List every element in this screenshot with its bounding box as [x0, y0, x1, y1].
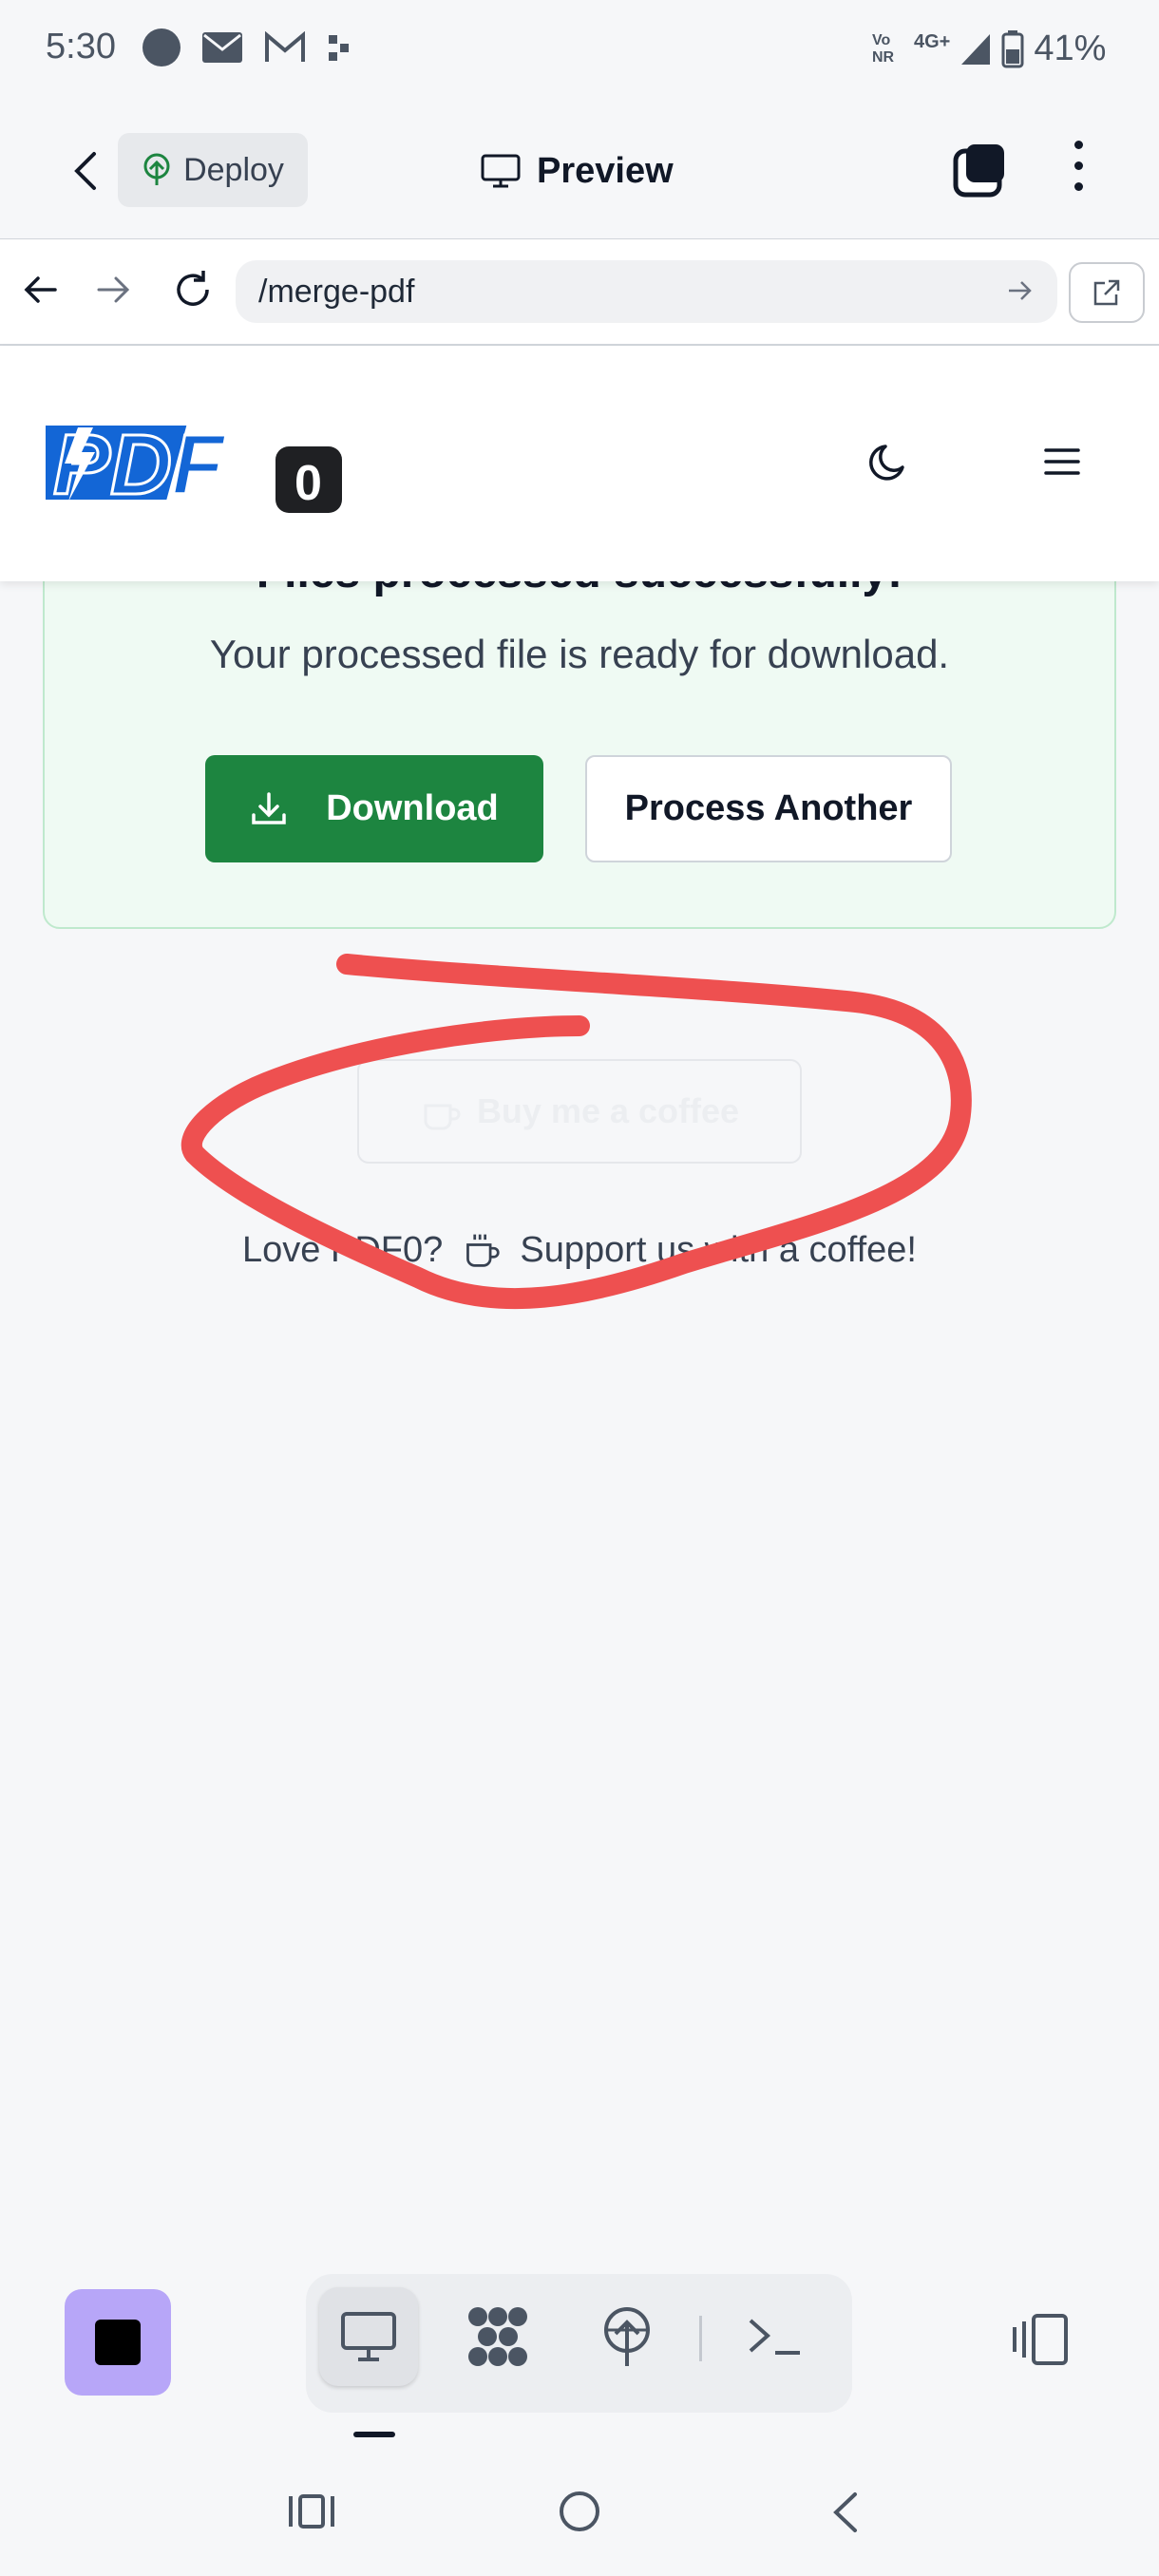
preview-title: Preview — [480, 142, 674, 199]
reload-icon — [177, 271, 209, 306]
moon-icon — [869, 445, 904, 481]
app-notification-icon — [329, 35, 349, 61]
active-tab-indicator — [353, 2432, 395, 2437]
site-header: PDF 0 — [0, 346, 1159, 581]
signal-icon — [961, 33, 991, 65]
deploy-label: Deploy — [183, 151, 284, 188]
tabs-icon — [953, 144, 1004, 198]
arrow-right-icon — [97, 276, 130, 303]
status-time: 5:30 — [46, 27, 116, 66]
more-vert-icon — [1074, 141, 1083, 191]
arrow-right-icon — [1009, 281, 1032, 300]
support-prefix: Love PDF0? — [242, 1230, 444, 1270]
volte-label: Vo NR — [872, 31, 895, 66]
download-button[interactable]: Download — [205, 755, 543, 862]
back-button[interactable] — [57, 142, 114, 199]
deploy-view-tab[interactable] — [578, 2287, 676, 2386]
battery-icon — [1001, 29, 1024, 67]
deploy-icon — [143, 153, 170, 185]
record-dot-icon — [142, 28, 180, 66]
gmail-icon — [265, 31, 305, 62]
arrow-left-icon — [24, 276, 57, 303]
logo-badge-text: 0 — [294, 456, 322, 511]
battery-percent: 41% — [1034, 28, 1107, 68]
coffee-icon — [424, 1104, 461, 1130]
terminal-icon — [749, 2319, 800, 2355]
download-icon — [252, 791, 286, 824]
menu-icon — [1044, 448, 1080, 475]
nav-forward-button[interactable] — [95, 271, 142, 314]
url-input[interactable]: /merge-pdf — [236, 260, 1057, 323]
status-right-group: Vo NR 4G+ 41% — [872, 28, 1106, 69]
deploy-button[interactable]: Deploy — [118, 133, 308, 207]
nodes-icon — [468, 2307, 527, 2366]
result-description: Your processed file is ready for downloa… — [209, 632, 950, 676]
nav-back-button[interactable] — [21, 271, 68, 314]
go-button[interactable] — [1007, 277, 1034, 309]
hamburger-menu-button[interactable] — [1043, 445, 1081, 483]
chevron-left-icon — [833, 2492, 857, 2532]
home-circle-icon — [560, 2491, 599, 2531]
stop-button[interactable] — [65, 2289, 171, 2396]
buy-coffee-label: Buy me a coffee — [476, 1091, 740, 1130]
pdf0-logo: PDF 0 — [33, 417, 342, 515]
tabs-button[interactable] — [953, 142, 1010, 199]
more-menu-button[interactable] — [1064, 141, 1092, 198]
url-text: /merge-pdf — [258, 273, 415, 310]
view-tool-group — [306, 2274, 852, 2413]
split-view-button[interactable] — [1007, 2312, 1072, 2372]
external-link-icon — [1093, 279, 1120, 306]
process-another-label: Process Another — [624, 788, 913, 828]
status-notification-icons — [142, 28, 352, 66]
preview-label: Preview — [537, 150, 674, 191]
support-line: Love PDF0? Support us with a coffee! — [0, 1230, 1159, 1271]
home-button[interactable] — [557, 2489, 602, 2539]
reload-button[interactable] — [171, 268, 218, 315]
deploy-icon — [604, 2307, 650, 2366]
toolbar-divider — [699, 2316, 702, 2361]
system-back-button[interactable] — [828, 2491, 861, 2539]
monitor-icon — [481, 154, 521, 188]
mail-icon — [202, 32, 242, 63]
desktop-view-tab[interactable] — [319, 2287, 418, 2386]
network-label: 4G+ — [914, 31, 951, 52]
terminal-view-tab[interactable] — [726, 2287, 825, 2386]
download-label: Download — [326, 788, 499, 828]
site-logo[interactable]: PDF 0 — [33, 414, 342, 521]
process-another-button[interactable]: Process Another — [585, 755, 952, 862]
buy-coffee-button[interactable]: Buy me a coffee — [357, 1059, 802, 1164]
network-view-tab[interactable] — [448, 2287, 547, 2386]
theme-toggle-button[interactable] — [866, 441, 914, 488]
split-view-icon — [1013, 2314, 1068, 2365]
recents-button[interactable] — [287, 2492, 336, 2535]
chevron-left-icon — [74, 152, 96, 190]
monitor-icon — [341, 2312, 396, 2361]
support-suffix: Support us with a coffee! — [520, 1230, 917, 1270]
stop-icon — [95, 2320, 141, 2365]
coffee-icon — [466, 1234, 500, 1267]
open-external-button[interactable] — [1069, 262, 1145, 323]
recents-icon — [289, 2494, 334, 2529]
